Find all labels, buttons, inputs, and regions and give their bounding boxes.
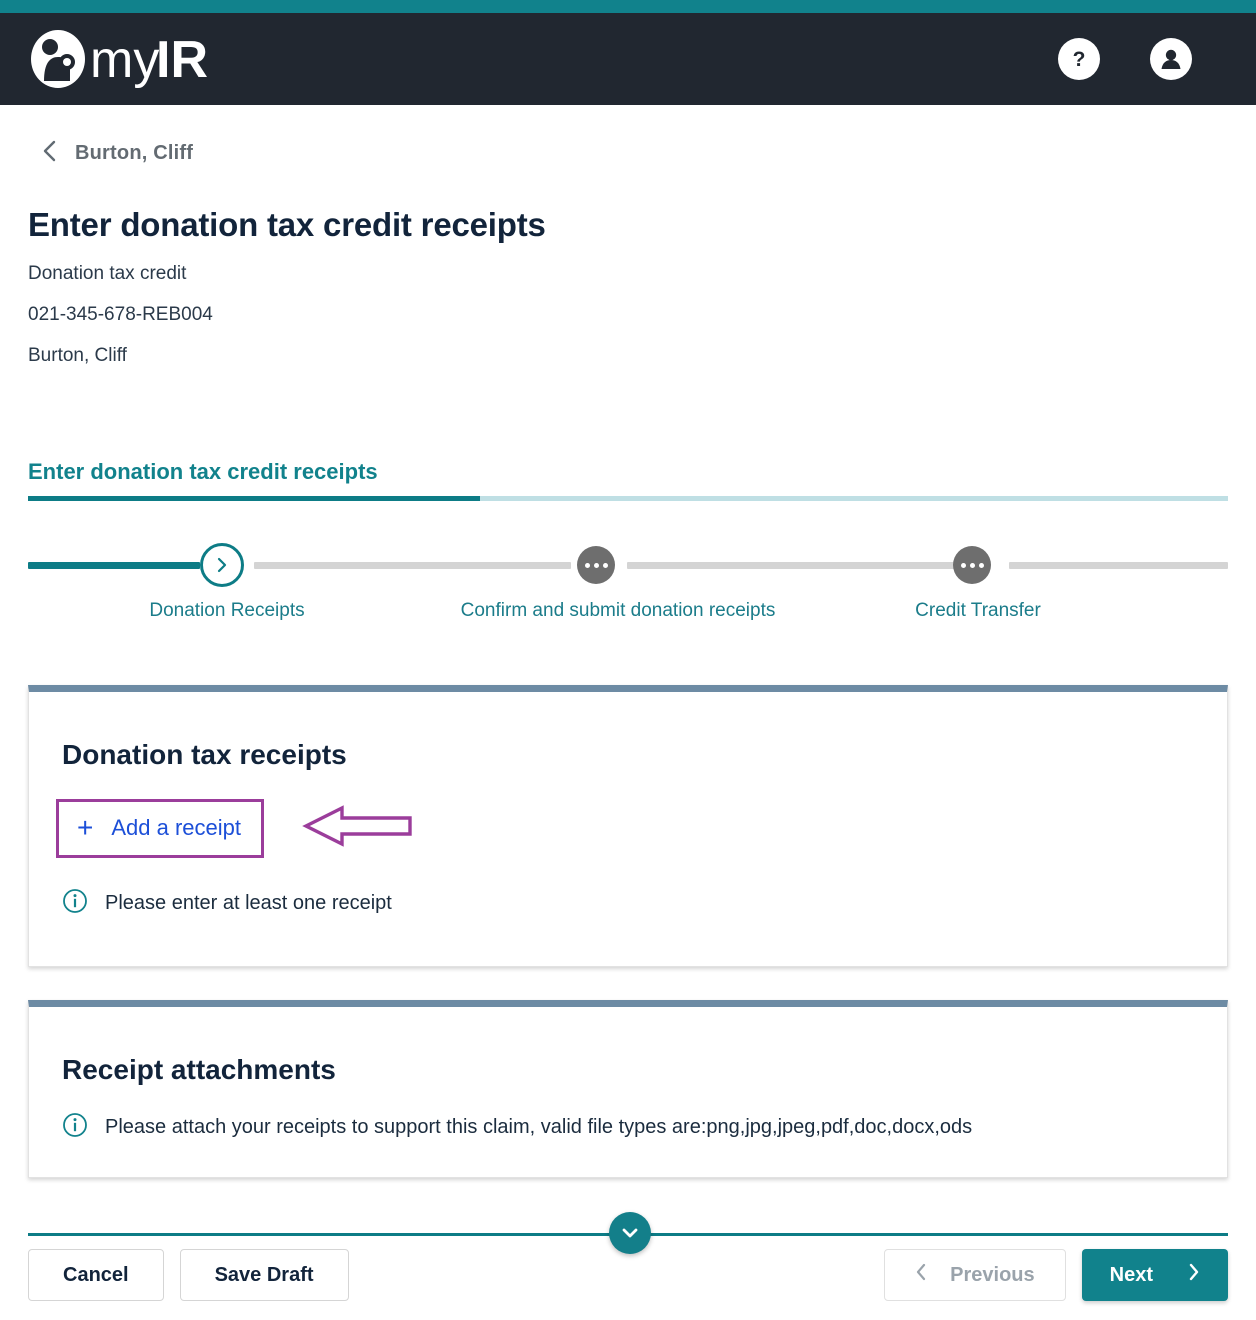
account-reference: 021-345-678-REB004 bbox=[28, 304, 213, 325]
plus-icon: + bbox=[77, 812, 94, 843]
svg-text:?: ? bbox=[1073, 48, 1086, 71]
user-account-icon[interactable] bbox=[1150, 38, 1192, 80]
previous-button[interactable]: Previous bbox=[884, 1249, 1066, 1301]
section-tab: Enter donation tax credit receipts bbox=[28, 459, 1228, 501]
add-a-receipt-label: Add a receipt bbox=[111, 815, 241, 840]
receipts-info-note: Please enter at least one receipt bbox=[29, 858, 1227, 919]
info-circle-icon bbox=[62, 888, 88, 919]
save-draft-button[interactable]: Save Draft bbox=[179, 1249, 349, 1301]
chevron-left-icon bbox=[42, 139, 57, 168]
chevron-left-icon bbox=[915, 1262, 928, 1288]
footer-action-bar: Cancel Save Draft Previous Next bbox=[0, 1249, 1256, 1301]
stepper-label-credit-transfer[interactable]: Credit Transfer bbox=[848, 593, 1108, 629]
section-tab-label[interactable]: Enter donation tax credit receipts bbox=[28, 459, 1228, 496]
page-title: Enter donation tax credit receipts bbox=[28, 206, 546, 243]
question-mark-circle-icon[interactable]: ? bbox=[1058, 38, 1100, 80]
svg-text:my: my bbox=[90, 31, 159, 89]
scroll-down-button[interactable] bbox=[609, 1212, 651, 1254]
page-title-block: Enter donation tax credit receipts Donat… bbox=[0, 168, 1256, 367]
add-receipt-row: + Add a receipt bbox=[29, 771, 1227, 858]
stepper-node-1[interactable] bbox=[200, 543, 244, 587]
app-header-bar: my IR ? bbox=[0, 13, 1256, 105]
page-subtitle: Donation tax credit bbox=[28, 263, 187, 284]
stepper-segment-4 bbox=[1009, 562, 1228, 569]
attachments-info-text: Please attach your receipts to support t… bbox=[105, 1116, 973, 1138]
attachments-info-note: Please attach your receipts to support t… bbox=[29, 1086, 1227, 1143]
breadcrumb[interactable]: Burton, Cliff bbox=[0, 105, 1256, 168]
info-circle-icon bbox=[62, 1112, 88, 1143]
stepper-segment-2 bbox=[254, 562, 571, 569]
next-button-label: Next bbox=[1109, 1263, 1153, 1286]
header-icon-group: ? bbox=[1058, 38, 1228, 80]
arrow-left-annotation bbox=[302, 802, 414, 855]
ellipsis-icon bbox=[577, 546, 615, 584]
customer-name: Burton, Cliff bbox=[28, 345, 127, 366]
donation-receipts-title: Donation tax receipts bbox=[62, 739, 347, 770]
section-tab-progress-rule bbox=[28, 496, 1228, 501]
stepper-segment-3 bbox=[627, 562, 954, 569]
next-button[interactable]: Next bbox=[1081, 1249, 1228, 1301]
ellipsis-icon bbox=[953, 546, 991, 584]
myir-logo[interactable]: my IR bbox=[28, 29, 248, 89]
add-a-receipt-button[interactable]: + Add a receipt bbox=[56, 799, 264, 858]
receipts-info-text: Please enter at least one receipt bbox=[105, 892, 392, 914]
breadcrumb-label: Burton, Cliff bbox=[75, 142, 194, 164]
app-page: my IR ? Burton, Cliff Enter donation tax… bbox=[0, 0, 1256, 1320]
stepper-label-confirm-submit[interactable]: Confirm and submit donation receipts bbox=[458, 593, 778, 629]
receipt-attachments-card: Receipt attachments Please attach your r… bbox=[28, 1000, 1228, 1178]
top-accent-strip bbox=[0, 0, 1256, 13]
svg-text:IR: IR bbox=[156, 31, 208, 89]
stepper-track bbox=[28, 543, 1228, 587]
stepper-node-3[interactable] bbox=[953, 543, 991, 584]
progress-stepper: Donation Receipts Confirm and submit don… bbox=[28, 543, 1228, 653]
donation-tax-receipts-card: Donation tax receipts + Add a receipt Pl… bbox=[28, 685, 1228, 967]
previous-button-label: Previous bbox=[950, 1263, 1035, 1286]
stepper-node-2[interactable] bbox=[577, 543, 615, 584]
stepper-label-donation-receipts[interactable]: Donation Receipts bbox=[102, 593, 352, 629]
receipt-attachments-title: Receipt attachments bbox=[62, 1054, 336, 1085]
stepper-segment-done bbox=[28, 562, 200, 569]
cancel-button[interactable]: Cancel bbox=[28, 1249, 164, 1301]
chevron-right-icon bbox=[1187, 1262, 1200, 1288]
